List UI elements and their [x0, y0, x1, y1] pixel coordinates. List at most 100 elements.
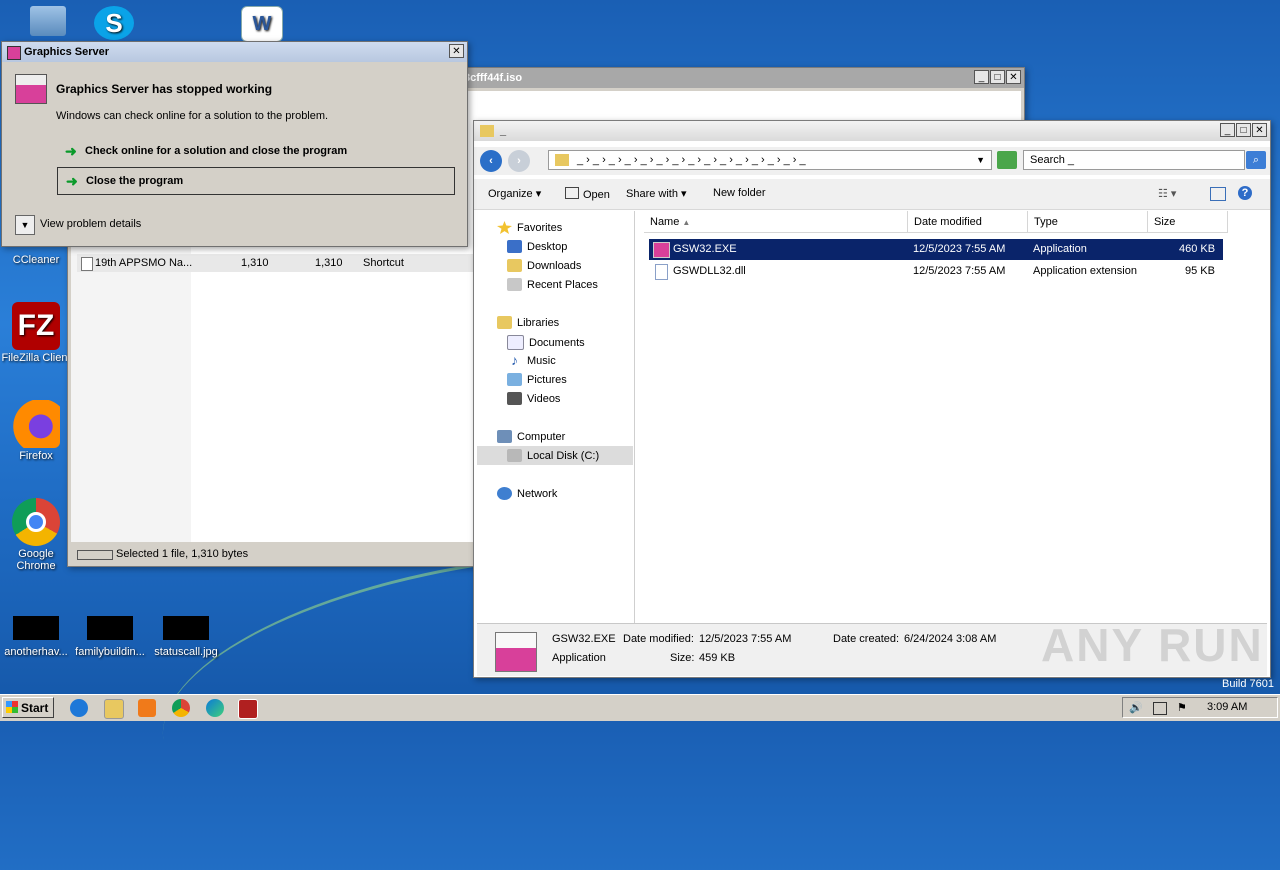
new-folder-button[interactable]: New folder	[713, 187, 766, 199]
archive-title: 3cfff44f.iso	[464, 72, 523, 84]
nav-favorites[interactable]: Favorites	[497, 221, 562, 234]
view-details-link[interactable]: View problem details	[40, 218, 141, 230]
organize-button[interactable]: Organize ▾	[488, 187, 541, 200]
refresh-icon[interactable]	[997, 151, 1017, 169]
dialog-titlebar[interactable]: Graphics Server	[2, 42, 467, 62]
nav-local-disk[interactable]: Local Disk (C:)	[477, 446, 633, 465]
back-button[interactable]: ‹	[480, 150, 502, 172]
desktop-file-1[interactable]: anotherhav...	[0, 616, 72, 658]
nav-downloads[interactable]: Downloads	[507, 259, 581, 272]
ie-icon[interactable]	[70, 699, 88, 717]
network-icon	[497, 487, 512, 500]
desktop-file-3[interactable]: statuscall.jpg	[150, 616, 222, 658]
column-header-type[interactable]: Type	[1028, 211, 1148, 233]
explorer-titlebar[interactable]: _	[474, 121, 1270, 141]
column-label: Date modified	[914, 216, 982, 228]
views-icon[interactable]: ☷ ▾	[1158, 187, 1176, 200]
network-tray-icon[interactable]	[1153, 702, 1167, 715]
row-packed: 1,310	[315, 257, 343, 269]
arrow-right-icon: ➜	[66, 173, 78, 189]
preview-pane-icon[interactable]	[1210, 187, 1226, 201]
check-online-button[interactable]: ➜ Check online for a solution and close …	[57, 138, 455, 164]
drive-icon	[77, 550, 113, 560]
chevron-down-icon[interactable]: ▼	[976, 151, 985, 169]
nav-documents[interactable]: Documents	[507, 335, 585, 350]
nav-desktop[interactable]: Desktop	[507, 240, 567, 253]
column-header-size[interactable]: Size	[1148, 211, 1228, 233]
help-icon[interactable]: ?	[1238, 186, 1252, 200]
maximize-button[interactable]: □	[990, 70, 1005, 84]
file-date: 12/5/2023 7:55 AM	[913, 265, 1006, 277]
desktop-icon-ccleaner[interactable]: CCleaner	[0, 254, 72, 266]
media-player-icon[interactable]	[138, 699, 156, 717]
row-size: 1,310	[241, 257, 269, 269]
skype-icon[interactable]: S	[78, 6, 150, 42]
share-with-button[interactable]: Share with ▾	[626, 187, 687, 200]
file-name: GSWDLL32.dll	[673, 265, 746, 277]
desktop-file-2[interactable]: familybuildin...	[74, 616, 146, 658]
column-label: Size	[1154, 216, 1176, 228]
clock[interactable]: 3:09 AM	[1207, 701, 1247, 713]
nav-music[interactable]: ♪ Music	[507, 352, 556, 368]
column-header-name[interactable]: Name ▲	[644, 211, 908, 233]
explorer-icon[interactable]	[104, 699, 124, 719]
system-tray: 🔊 ⚑ 3:09 AM	[1122, 697, 1278, 718]
graphics-server-icon[interactable]	[238, 699, 258, 719]
nav-videos[interactable]: Videos	[507, 392, 560, 405]
maximize-button[interactable]: □	[1236, 123, 1251, 137]
chevron-down-icon[interactable]: ▼	[15, 215, 35, 235]
file-type: Application extension	[1033, 265, 1137, 277]
desktop-icon-filezilla[interactable]: FZ FileZilla Client	[0, 302, 72, 364]
file-label: anotherhav...	[4, 646, 68, 658]
open-button[interactable]: Open	[565, 187, 610, 201]
shortcut-icon	[81, 257, 93, 271]
edge-icon[interactable]	[206, 699, 224, 717]
recent-places-icon	[507, 278, 522, 291]
details-size-label: Size:	[670, 652, 695, 664]
desktop-icon-chrome[interactable]: Google Chrome	[0, 498, 72, 572]
address-bar[interactable]: _ › _ › _ › _ › _ › _ › _ › _ › _ › _ › …	[548, 150, 992, 170]
nav-network[interactable]: Network	[497, 487, 557, 500]
details-modified: 12/5/2023 7:55 AM	[699, 633, 792, 645]
drive-icon	[507, 449, 522, 462]
share-label: Share with	[626, 188, 678, 200]
volume-icon[interactable]: 🔊	[1129, 701, 1143, 714]
start-button[interactable]: Start	[2, 697, 54, 718]
recycle-bin-icon[interactable]	[12, 6, 84, 38]
search-icon[interactable]: ⌕	[1246, 151, 1266, 169]
nav-pictures[interactable]: Pictures	[507, 373, 567, 386]
table-row[interactable]: 19th APPSMO Na... 1,310 1,310 Shortcut	[77, 254, 473, 272]
filezilla-icon: FZ	[12, 302, 60, 350]
forward-button[interactable]: ›	[508, 150, 530, 172]
file-list: Name ▲ Date modified Type Size GSW32.EXE…	[636, 211, 1268, 623]
folder-icon	[480, 125, 494, 137]
close-button[interactable]: ✕	[449, 44, 464, 58]
music-icon: ♪	[511, 352, 518, 368]
chrome-icon[interactable]	[172, 699, 190, 717]
word-document-icon[interactable]: W	[226, 6, 298, 44]
nav-label: Network	[517, 487, 558, 500]
file-size: 460 KB	[1179, 243, 1216, 255]
nav-libraries[interactable]: Libraries	[497, 316, 559, 329]
close-button[interactable]: ✕	[1252, 123, 1267, 137]
close-program-button[interactable]: ➜ Close the program	[57, 167, 455, 195]
error-dialog[interactable]: Graphics Server ✕ Graphics Server has st…	[1, 41, 468, 247]
nav-computer[interactable]: Computer	[497, 430, 565, 443]
arrow-right-icon: ➜	[65, 143, 77, 159]
minimize-button[interactable]: _	[974, 70, 989, 84]
search-input[interactable]: Search _	[1023, 150, 1245, 170]
desktop-icon-firefox[interactable]: Firefox	[0, 400, 72, 462]
nav-recent-places[interactable]: Recent Places	[507, 278, 598, 291]
file-thumbnail	[13, 616, 59, 640]
close-button[interactable]: ✕	[1006, 70, 1021, 84]
file-date: 12/5/2023 7:55 AM	[913, 243, 1006, 255]
column-header-date[interactable]: Date modified	[908, 211, 1028, 233]
minimize-button[interactable]: _	[1220, 123, 1235, 137]
table-row[interactable]: GSW32.EXE 12/5/2023 7:55 AM Application …	[649, 239, 1223, 260]
application-icon	[653, 242, 670, 258]
option-label: Close the program	[86, 175, 184, 187]
file-thumbnail	[87, 616, 133, 640]
explorer-window[interactable]: _ _ □ ✕ ‹ › _ › _ › _ › _ › _ › _ › _ › …	[473, 120, 1271, 678]
table-row[interactable]: GSWDLL32.dll 12/5/2023 7:55 AM Applicati…	[649, 261, 1223, 282]
flag-icon[interactable]: ⚑	[1177, 701, 1187, 714]
